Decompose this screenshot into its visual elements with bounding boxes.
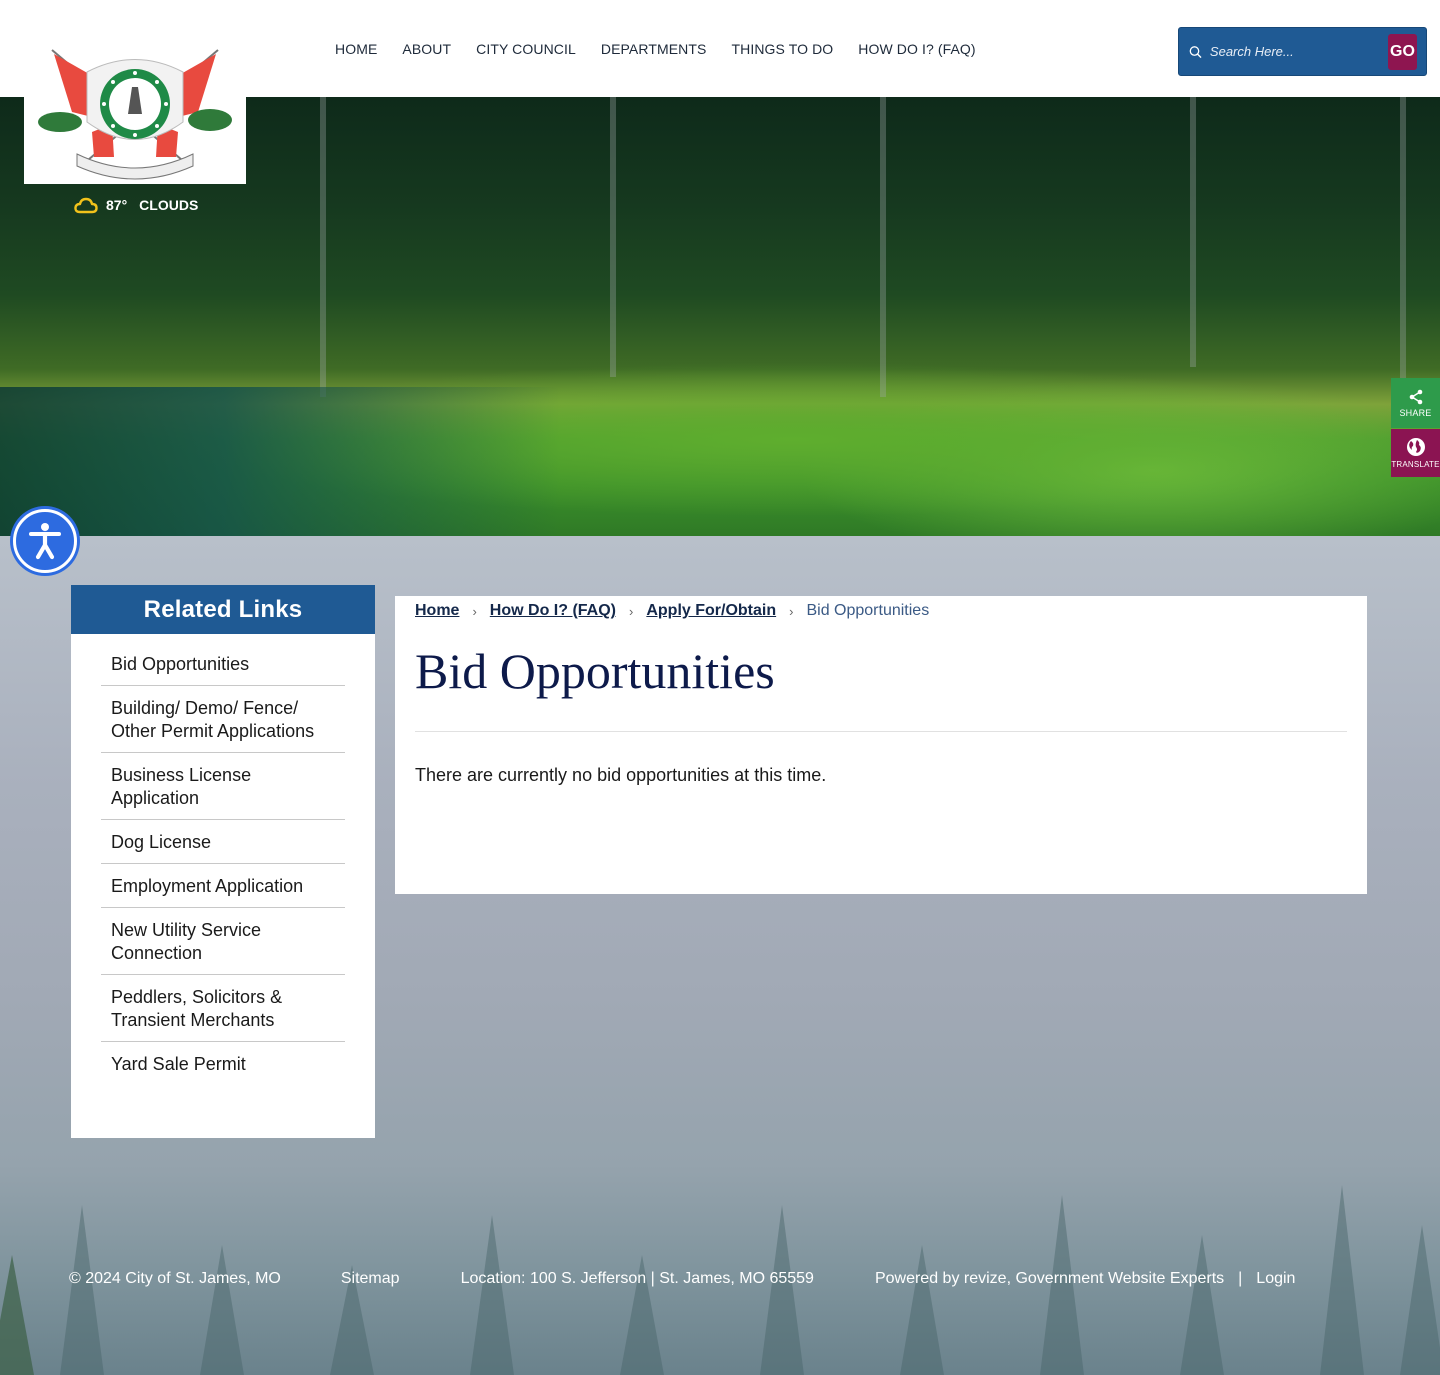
- breadcrumb-current: Bid Opportunities: [806, 602, 930, 619]
- sidebar-item-yard-sale: Yard Sale Permit: [101, 1042, 345, 1085]
- sidebar-link[interactable]: New Utility Service Connection: [111, 920, 261, 963]
- cloud-icon: [74, 197, 98, 214]
- search-input[interactable]: [1209, 44, 1388, 59]
- main-content: Home › How Do I? (FAQ) › Apply For/Obtai…: [395, 596, 1367, 894]
- pine-tree: [900, 1245, 944, 1375]
- nav-about[interactable]: ABOUT: [402, 40, 451, 58]
- page-title: Bid Opportunities: [415, 643, 775, 699]
- pine-tree: [760, 1205, 804, 1375]
- related-links-sidebar: Related Links Bid Opportunities Building…: [71, 585, 375, 1138]
- accessibility-button[interactable]: [13, 509, 77, 573]
- footer-copyright: © 2024 City of St. James, MO: [69, 1270, 281, 1287]
- page-body-text: There are currently no bid opportunities…: [415, 765, 827, 785]
- footer-location: Location: 100 S. Jefferson | St. James, …: [460, 1270, 814, 1287]
- title-divider: [415, 731, 1347, 732]
- breadcrumb-separator: ›: [629, 603, 634, 619]
- search-go-button[interactable]: GO: [1387, 33, 1417, 70]
- sidebar-item-bid-opportunities: Bid Opportunities: [101, 642, 345, 686]
- sidebar-item-business-license: Business License Application: [101, 753, 345, 820]
- pine-tree: [1180, 1235, 1224, 1375]
- sidebar-item-utility-service: New Utility Service Connection: [101, 908, 345, 975]
- breadcrumb-separator: ›: [789, 603, 794, 619]
- city-seal-logo[interactable]: [24, 40, 246, 184]
- share-button[interactable]: SHARE: [1391, 378, 1440, 428]
- footer-sitemap-link[interactable]: Sitemap: [341, 1270, 400, 1288]
- main-nav: HOME ABOUT CITY COUNCIL DEPARTMENTS THIN…: [335, 40, 1001, 58]
- footer-login-link[interactable]: Login: [1256, 1270, 1295, 1288]
- tree-trunk: [610, 97, 616, 377]
- pine-tree: [200, 1245, 244, 1375]
- sidebar-link[interactable]: Employment Application: [111, 876, 303, 896]
- share-label: SHARE: [1399, 407, 1432, 418]
- breadcrumb-how-do-i[interactable]: How Do I? (FAQ): [490, 602, 616, 620]
- pine-tree: [0, 1255, 34, 1375]
- weather-condition: CLOUDS: [139, 197, 199, 213]
- breadcrumb-apply-for[interactable]: Apply For/Obtain: [646, 602, 776, 620]
- sidebar-link[interactable]: Peddlers, Solicitors & Transient Merchan…: [111, 987, 282, 1030]
- footer-powered-by-link[interactable]: Powered by revize, Government Website Ex…: [875, 1270, 1224, 1288]
- sidebar-link[interactable]: Bid Opportunities: [111, 654, 249, 674]
- breadcrumb-separator: ›: [472, 603, 477, 619]
- nav-how-do-i[interactable]: HOW DO I? (FAQ): [858, 40, 975, 58]
- tree-trunk: [320, 97, 326, 397]
- related-links-list: Bid Opportunities Building/ Demo/ Fence/…: [71, 634, 375, 1085]
- pine-tree: [60, 1205, 104, 1375]
- pine-tree: [470, 1215, 514, 1375]
- sidebar-item-dog-license: Dog License: [101, 820, 345, 864]
- sidebar-item-employment: Employment Application: [101, 864, 345, 908]
- tree-trunk: [880, 97, 886, 397]
- accessibility-icon: [29, 523, 61, 560]
- share-icon: [1409, 389, 1422, 404]
- weather-temperature: 87°: [106, 197, 128, 213]
- site-footer: © 2024 City of St. James, MO Sitemap Loc…: [69, 1270, 1295, 1288]
- nav-home[interactable]: HOME: [335, 40, 377, 58]
- translate-label: TRANSLATE: [1391, 460, 1440, 469]
- sidebar-item-peddlers: Peddlers, Solicitors & Transient Merchan…: [101, 975, 345, 1042]
- translate-button[interactable]: TRANSLATE: [1391, 429, 1440, 477]
- search-icon: [1189, 45, 1202, 58]
- tree-trunk: [1190, 97, 1196, 367]
- sidebar-link[interactable]: Dog License: [111, 832, 211, 852]
- nav-things-to-do[interactable]: THINGS TO DO: [731, 40, 833, 58]
- city-seal-icon: [38, 49, 232, 180]
- sidebar-link[interactable]: Yard Sale Permit: [111, 1054, 246, 1074]
- pine-tree: [1320, 1185, 1364, 1375]
- tree-trunk: [1400, 97, 1406, 387]
- nav-departments[interactable]: DEPARTMENTS: [601, 40, 707, 58]
- footer-divider: |: [1238, 1270, 1243, 1287]
- weather-widget: 87° CLOUDS: [74, 196, 198, 214]
- lake-water: [0, 387, 560, 536]
- breadcrumb-home[interactable]: Home: [415, 602, 459, 620]
- search-bar: GO: [1178, 27, 1427, 76]
- breadcrumb: Home › How Do I? (FAQ) › Apply For/Obtai…: [415, 601, 1347, 621]
- sidebar-link[interactable]: Building/ Demo/ Fence/ Other Permit Appl…: [111, 698, 314, 741]
- sidebar-title: Related Links: [71, 585, 375, 634]
- pine-tree: [1400, 1225, 1440, 1375]
- sidebar-link[interactable]: Business License Application: [111, 765, 251, 808]
- globe-icon: [1406, 438, 1425, 456]
- sidebar-item-building-permits: Building/ Demo/ Fence/ Other Permit Appl…: [101, 686, 345, 753]
- nav-city-council[interactable]: CITY COUNCIL: [476, 40, 576, 58]
